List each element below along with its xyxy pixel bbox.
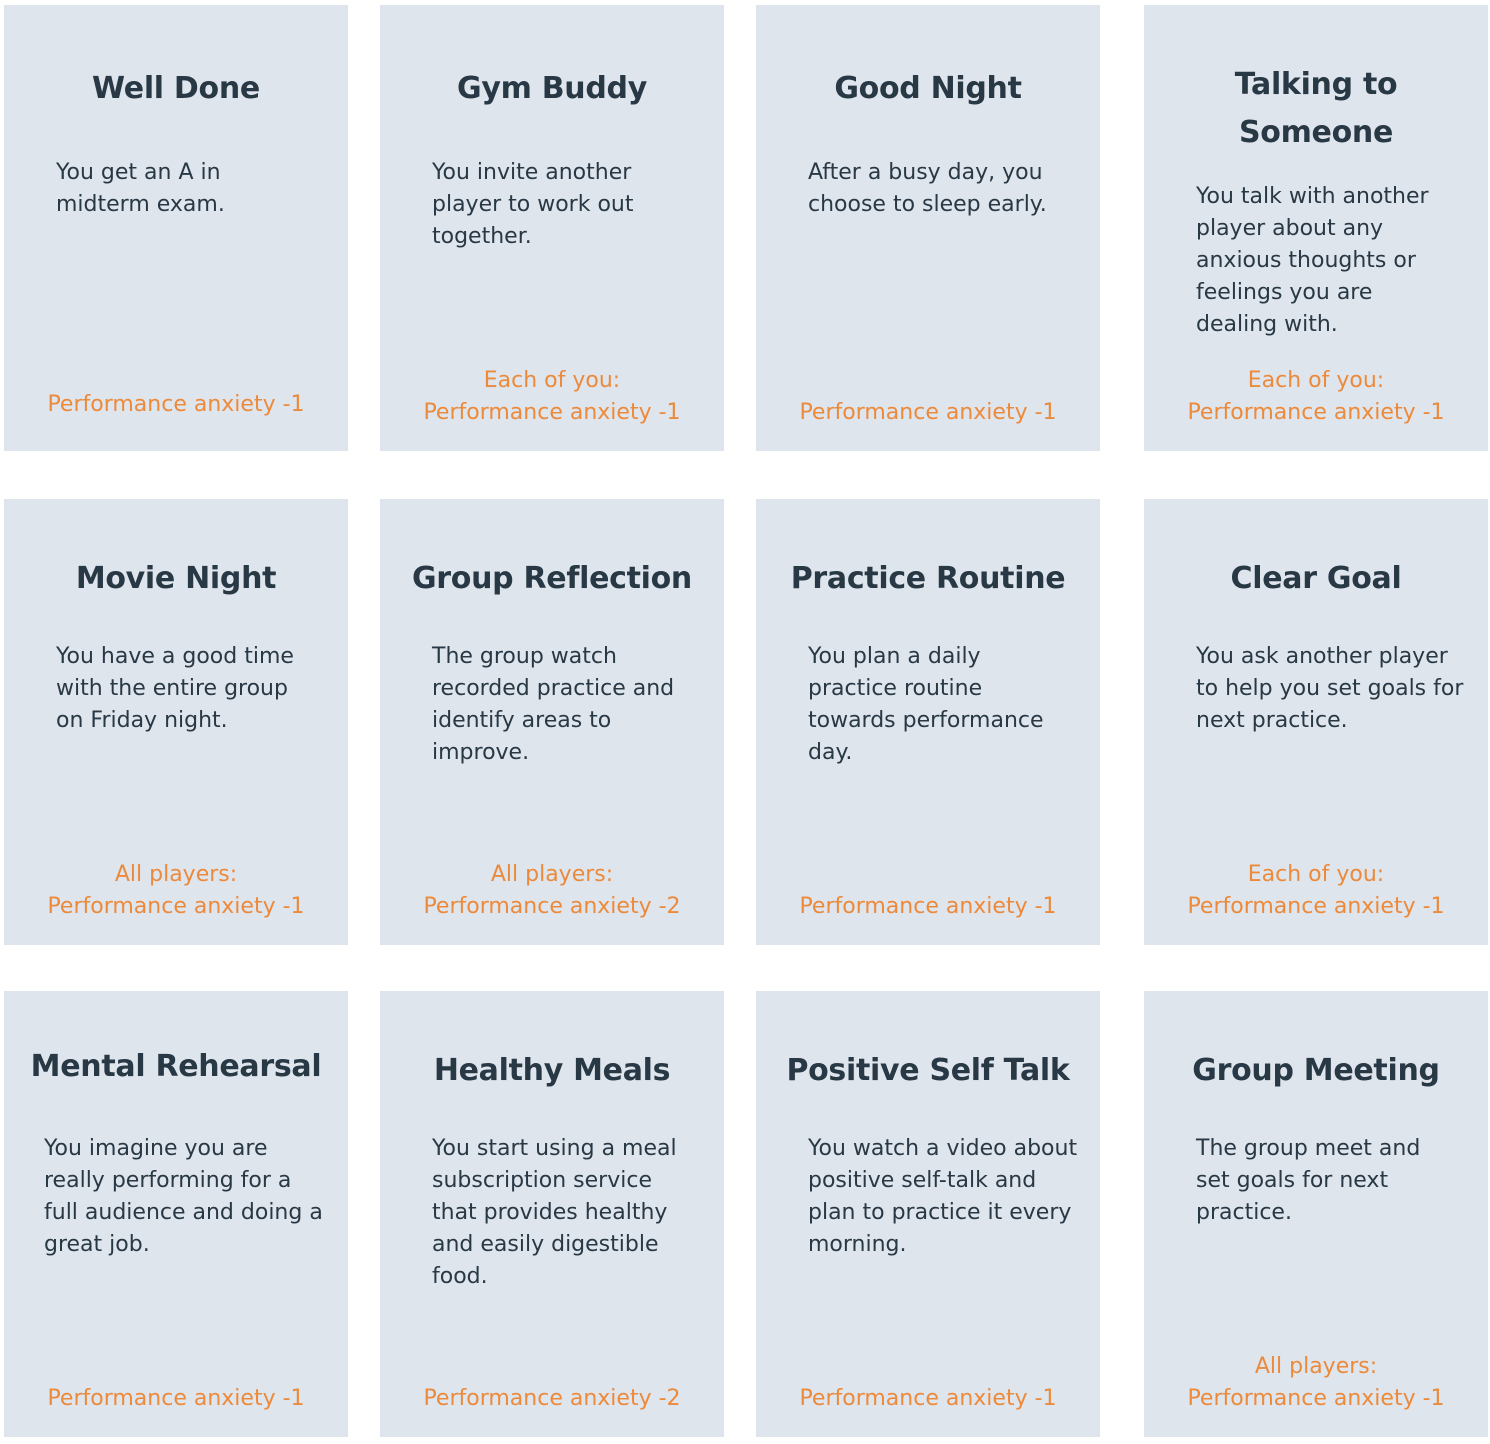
card-description: You ask another player to help you set g… <box>1196 644 1464 733</box>
card-description: You imagine you are really performing fo… <box>44 1136 323 1257</box>
card-title: Movie Night <box>75 561 277 596</box>
game-card[interactable]: Good Night After a busy day, you choose … <box>756 5 1100 451</box>
card-effect-target: Each of you: <box>1247 368 1385 393</box>
card-title: Clear Goal <box>1230 561 1402 596</box>
card-effect-value: Performance anxiety -1 <box>1187 400 1445 425</box>
card-description: You get an A in midterm exam. <box>56 160 225 217</box>
card-effect: Performance anxiety -1 <box>756 397 1100 429</box>
card-effect-value: Performance anxiety -1 <box>47 392 305 417</box>
card-effect: Performance anxiety -1 <box>4 389 348 421</box>
card-title: Group Reflection <box>411 561 692 596</box>
game-card[interactable]: Positive Self Talk You watch a video abo… <box>756 991 1100 1437</box>
card-title: Gym Buddy <box>457 71 647 106</box>
card-title: Talking to Someone <box>1234 67 1398 150</box>
card-description: The group watch recorded practice and id… <box>432 644 675 765</box>
card-title: Practice Routine <box>790 561 1066 596</box>
card-effect-value: Performance anxiety -2 <box>423 1386 681 1411</box>
game-card[interactable]: Group Reflection The group watch recorde… <box>380 499 724 945</box>
card-effect-value: Performance anxiety -1 <box>799 400 1057 425</box>
card-title: Healthy Meals <box>433 1053 671 1088</box>
card-effect-value: Performance anxiety -1 <box>423 400 681 425</box>
game-card[interactable]: Practice Routine You plan a daily practi… <box>756 499 1100 945</box>
card-title: Mental Rehearsal <box>30 1049 322 1084</box>
game-card[interactable]: Talking to Someone You talk with another… <box>1144 5 1488 451</box>
card-description: The group meet and set goals for next pr… <box>1196 1136 1421 1225</box>
card-description: You talk with another player about any a… <box>1196 184 1429 337</box>
card-effect-value: Performance anxiety -1 <box>799 1386 1057 1411</box>
card-effect-target: All players: <box>490 862 614 887</box>
card-description: You have a good time with the entire gro… <box>56 644 294 733</box>
card-effect-value: Performance anxiety -1 <box>799 894 1057 919</box>
card-effect: All players: Performance anxiety -1 <box>4 859 348 923</box>
card-effect: Performance anxiety -2 <box>380 1383 724 1415</box>
card-effect: All players: Performance anxiety -2 <box>380 859 724 923</box>
card-description: After a busy day, you choose to sleep ea… <box>808 160 1047 217</box>
card-effect: Each of you: Performance anxiety -1 <box>1144 859 1488 923</box>
card-effect-value: Performance anxiety -1 <box>1187 1386 1445 1411</box>
card-effect-value: Performance anxiety -1 <box>47 894 305 919</box>
card-effect-target: All players: <box>114 862 238 887</box>
card-description: You start using a meal subscription serv… <box>432 1136 677 1289</box>
card-title: Group Meeting <box>1192 1053 1440 1088</box>
game-card[interactable]: Healthy Meals You start using a meal sub… <box>380 991 724 1437</box>
game-card[interactable]: Movie Night You have a good time with th… <box>4 499 348 945</box>
card-title: Positive Self Talk <box>786 1053 1070 1088</box>
game-card[interactable]: Mental Rehearsal You imagine you are rea… <box>4 991 348 1437</box>
card-effect: Each of you: Performance anxiety -1 <box>380 365 724 429</box>
card-effect: All players: Performance anxiety -1 <box>1144 1351 1488 1415</box>
card-effect-value: Performance anxiety -1 <box>47 1386 305 1411</box>
card-effect-target: All players: <box>1254 1354 1378 1379</box>
game-card[interactable]: Gym Buddy You invite another player to w… <box>380 5 724 451</box>
card-title: Good Night <box>834 71 1022 106</box>
card-effect-target: Each of you: <box>483 368 621 393</box>
card-effect: Performance anxiety -1 <box>756 1383 1100 1415</box>
card-effect: Each of you: Performance anxiety -1 <box>1144 365 1488 429</box>
game-card[interactable]: Group Meeting The group meet and set goa… <box>1144 991 1488 1437</box>
game-card[interactable]: Clear Goal You ask another player to hel… <box>1144 499 1488 945</box>
card-effect-value: Performance anxiety -1 <box>1187 894 1445 919</box>
card-description: You watch a video about positive self-ta… <box>808 1136 1078 1257</box>
card-effect-target: Each of you: <box>1247 862 1385 887</box>
card-effect: Performance anxiety -1 <box>4 1383 348 1415</box>
game-card[interactable]: Well Done You get an A in midterm exam. … <box>4 5 348 451</box>
card-description: You plan a daily practice routine toward… <box>808 644 1044 765</box>
card-effect-value: Performance anxiety -2 <box>423 894 681 919</box>
card-title: Well Done <box>92 71 260 106</box>
card-effect: Performance anxiety -1 <box>756 891 1100 923</box>
card-description: You invite another player to work out to… <box>432 160 634 249</box>
